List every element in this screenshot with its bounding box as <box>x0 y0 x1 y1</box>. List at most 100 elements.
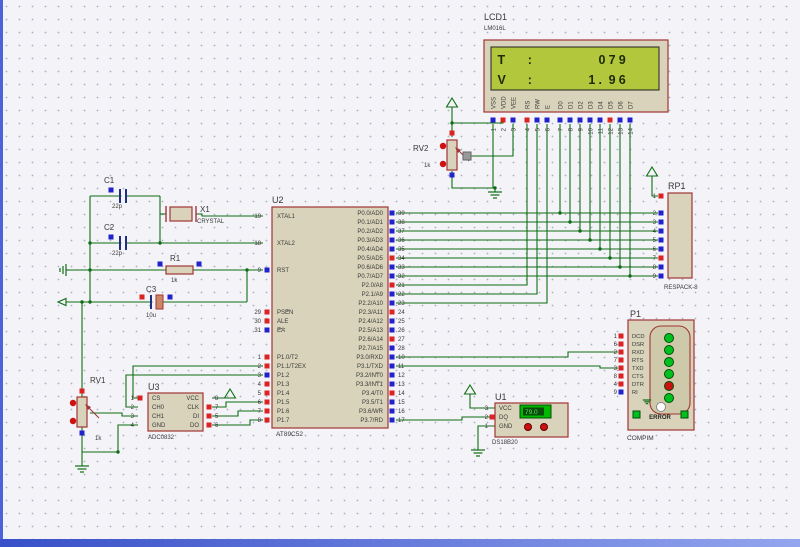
u2-pin-label: RST <box>277 268 289 274</box>
pin-square <box>659 194 664 199</box>
u2-pin-number: 10 <box>398 355 405 361</box>
pin-square <box>619 382 624 387</box>
dsub-pin-led <box>665 358 674 367</box>
pin-square <box>80 431 85 436</box>
pin-square <box>619 358 624 363</box>
u2-pin-number: 11 <box>398 364 405 370</box>
pin-square <box>619 334 624 339</box>
pin-square <box>390 229 395 234</box>
dsub-pin-peg <box>657 403 666 412</box>
u3-pin-label: CH0 <box>152 405 165 411</box>
lcd-pin-number: 13 <box>619 127 625 134</box>
error-led <box>633 411 640 418</box>
pin-square <box>207 405 212 410</box>
u2-pin-number: 22 <box>398 292 405 298</box>
pin-square <box>390 364 395 369</box>
pin-square <box>490 415 495 420</box>
u2-pin-label: P0.3/AD3 <box>357 238 383 244</box>
u2-pin-label: P3.3/INT1 <box>356 382 384 388</box>
pot-body[interactable] <box>77 397 87 427</box>
u3-pin-label: DO <box>190 423 199 429</box>
u2-pin-label: P0.4/AD4 <box>357 247 383 253</box>
pin-square <box>390 301 395 306</box>
u2-pin-number: 25 <box>398 319 405 325</box>
u2-pin-label: XTAL2 <box>277 241 296 247</box>
lcd-pin-label: VDD <box>502 96 508 109</box>
lcd-char: 9 <box>619 53 626 67</box>
pin-square <box>265 391 270 396</box>
u2-pin-number: 35 <box>398 247 405 253</box>
pin-square <box>568 118 573 123</box>
decrement-button[interactable] <box>541 424 548 431</box>
lcd-pin-label: D1 <box>569 101 575 109</box>
pin-square <box>390 265 395 270</box>
p1-part: COMPIM <box>627 435 654 442</box>
u2-pin-label: XTAL1 <box>277 214 296 220</box>
u2-pin-label: P0.7/AD7 <box>357 274 383 280</box>
u2-pin-label: P1.0/T2 <box>277 355 299 361</box>
lcd-screen <box>491 47 659 90</box>
pot-value: 1k <box>95 436 102 442</box>
pin-square <box>659 220 664 225</box>
temp-display-value: 79.0 <box>525 409 538 416</box>
pin-square <box>390 355 395 360</box>
p1-pin-label: CTS <box>632 374 644 380</box>
pin-square <box>450 173 455 178</box>
u2-pin-label: P3.1/TXD <box>357 364 384 370</box>
component-u2[interactable]: U2AT89C52XTAL119XTAL218RST9PSEN29ALE30EA… <box>254 195 405 438</box>
lcd-pin-label: D3 <box>589 101 595 109</box>
pin-square <box>619 350 624 355</box>
u3-pin-label: VCC <box>186 396 199 402</box>
p1-pin-label: DCD <box>632 334 645 340</box>
p1-pin-label: RXD <box>632 350 644 356</box>
pot-body[interactable] <box>447 140 457 170</box>
pin-square <box>511 118 516 123</box>
pin-square <box>265 364 270 369</box>
u2-pin-label: P1.2 <box>277 373 290 379</box>
pin-square <box>535 118 540 123</box>
pin-square <box>138 396 143 401</box>
pin-square <box>659 229 664 234</box>
u2-pin-label: P2.3/A11 <box>359 310 384 316</box>
lcd-char: T <box>498 53 506 67</box>
pin-square <box>390 337 395 342</box>
u2-pin-number: 13 <box>398 382 405 388</box>
increment-button[interactable] <box>525 424 532 431</box>
u1-pin-label: VCC <box>499 406 512 412</box>
u2-pin-number: 16 <box>398 409 405 415</box>
u2-pin-number: 14 <box>398 391 405 397</box>
u2-pin-number: 19 <box>254 214 261 220</box>
pin-square <box>265 355 270 360</box>
pin-square <box>390 310 395 315</box>
pin-square <box>450 131 455 136</box>
p1-ref: P1 <box>630 309 641 319</box>
u3-pin-label: DI <box>193 414 199 420</box>
dsub-pin-led <box>665 370 674 379</box>
u2-pin-label: P0.5/AD5 <box>357 256 383 262</box>
pin-square <box>207 414 212 419</box>
cap-ref: C2 <box>104 223 115 232</box>
pin-square <box>618 118 623 123</box>
pot-terminal <box>70 400 76 406</box>
pot-drag-handle[interactable] <box>463 152 471 160</box>
pin-square <box>265 400 270 405</box>
u1-pin-label: DQ <box>499 415 508 421</box>
dsub-pin-led <box>665 382 674 391</box>
u1-ref: U1 <box>495 392 507 402</box>
pin-square <box>390 409 395 414</box>
pin-square <box>619 366 624 371</box>
schematic-canvas[interactable]: LCD1LM016LT:079V:1.96VSS1VDD2VEE3RS4RW5E… <box>0 0 800 547</box>
pin-square <box>390 346 395 351</box>
u2-pin-number: 12 <box>398 373 405 379</box>
lcd-pin-label: D0 <box>559 101 565 109</box>
pin-square <box>545 118 550 123</box>
wire-junction <box>588 238 591 241</box>
pin-square <box>390 256 395 261</box>
u1-part: DS18B20 <box>492 440 518 446</box>
u2-pin-number: 38 <box>398 220 405 226</box>
pin-square <box>619 342 624 347</box>
u2-pin-number: 17 <box>398 418 405 424</box>
wire-junction <box>88 241 91 244</box>
p1-pin-label: RI <box>632 390 638 396</box>
wire-junction <box>158 241 161 244</box>
